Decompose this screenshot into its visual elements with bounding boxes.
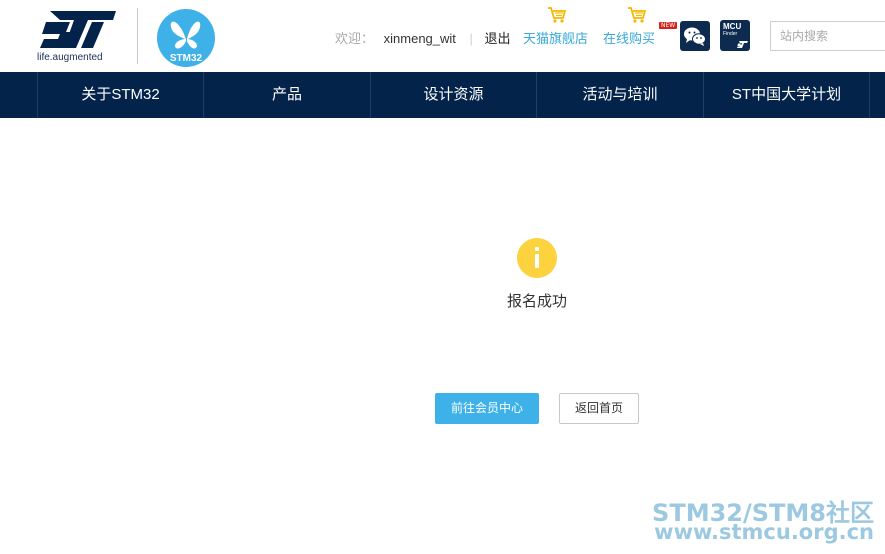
- wechat-icon: [684, 27, 706, 46]
- mcu-finder-title: MCU: [723, 22, 742, 31]
- logo-divider: [137, 8, 138, 64]
- user-divider: |: [469, 31, 473, 46]
- cart-icon: [628, 7, 647, 23]
- info-icon-bar: [535, 254, 539, 268]
- cart-icon: [548, 7, 567, 23]
- stm32-logo-text: STM32: [170, 53, 203, 64]
- welcome-label: 欢迎：: [335, 31, 375, 46]
- site-header: life.augmented STM32 欢迎： xinmeng_wit | 退…: [0, 0, 885, 72]
- info-icon-dot: [535, 247, 539, 251]
- back-home-button[interactable]: 返回首页: [559, 393, 639, 424]
- success-message: 报名成功: [506, 293, 567, 310]
- main-nav: 关于STM32 产品 设计资源 活动与培训 ST中国大学计划: [0, 72, 885, 118]
- nav-item-about-stm32[interactable]: 关于STM32: [37, 72, 203, 118]
- mcu-finder-subtitle: Finder: [723, 31, 738, 37]
- st-logo[interactable]: life.augmented: [36, 8, 122, 66]
- nav-item-products[interactable]: 产品: [203, 72, 370, 118]
- site-search-input[interactable]: [770, 21, 885, 51]
- info-icon: [517, 238, 557, 278]
- online-shop-link[interactable]: NEW 在线购买: [603, 7, 678, 47]
- member-center-button[interactable]: 前往会员中心: [435, 393, 539, 424]
- nav-item-events-training[interactable]: 活动与培训: [536, 72, 703, 118]
- user-area: 欢迎： xinmeng_wit | 退出: [335, 28, 511, 47]
- st-logo-mark: [40, 11, 116, 48]
- st-mini-logo-icon: [737, 41, 748, 48]
- online-shop-label: 在线购买: [603, 31, 656, 46]
- username-link[interactable]: xinmeng_wit: [384, 31, 456, 46]
- stm32-logo[interactable]: STM32: [157, 9, 215, 67]
- butterfly-icon: STM32: [157, 9, 215, 67]
- watermark-url: www.stmcu.org.cn: [654, 520, 874, 544]
- logout-link[interactable]: 退出: [485, 31, 511, 46]
- tmall-store-label: 天猫旗舰店: [523, 31, 589, 46]
- wechat-button[interactable]: [680, 21, 710, 51]
- new-badge: NEW: [659, 22, 678, 29]
- tmall-store-link[interactable]: 天猫旗舰店: [523, 7, 589, 47]
- mcu-finder-button[interactable]: MCU Finder: [720, 20, 750, 51]
- st-tagline: life.augmented: [37, 52, 103, 63]
- nav-item-university-program[interactable]: ST中国大学计划: [703, 72, 870, 118]
- nav-item-design-resources[interactable]: 设计资源: [370, 72, 536, 118]
